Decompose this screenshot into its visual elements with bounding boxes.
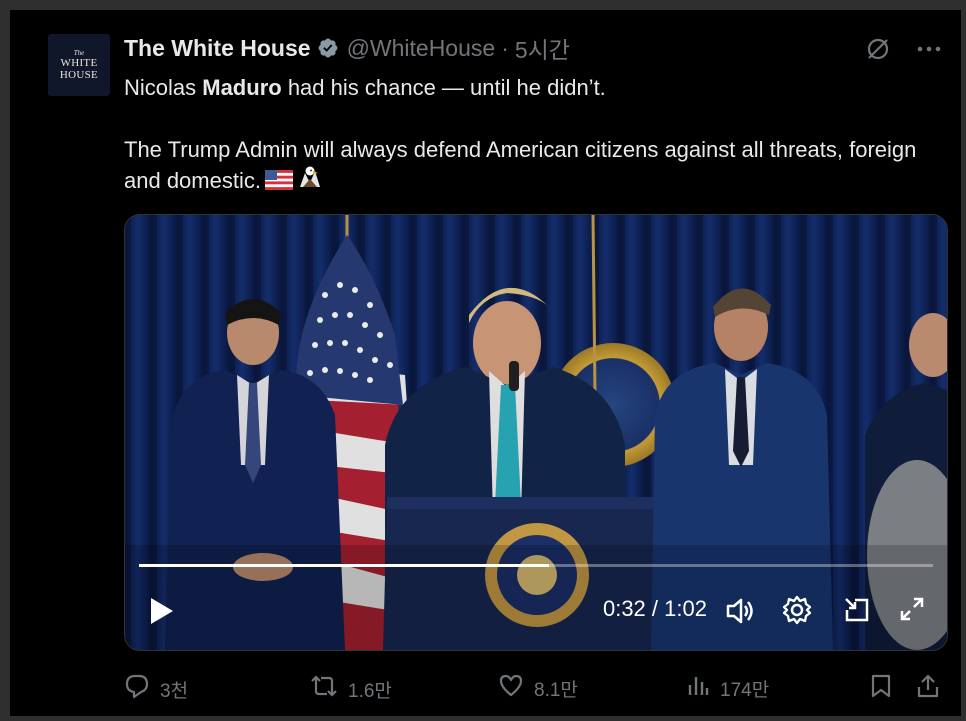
views-icon bbox=[686, 673, 710, 703]
video-progress-fill bbox=[139, 564, 549, 567]
avatar[interactable]: The WHITE HOUSE bbox=[48, 34, 110, 96]
avatar-the: The bbox=[73, 49, 85, 57]
tweet-frame: The WHITE HOUSE The White House @WhiteHo… bbox=[10, 10, 961, 716]
share-button[interactable] bbox=[916, 673, 940, 705]
volume-icon[interactable] bbox=[723, 594, 757, 633]
tweet-container: The WHITE HOUSE The White House @WhiteHo… bbox=[28, 16, 961, 716]
like-button[interactable]: 8.1만 bbox=[498, 673, 578, 703]
video-progress-bar[interactable] bbox=[139, 564, 933, 567]
reply-count: 3천 bbox=[160, 680, 189, 702]
video-duration: 1:02 bbox=[664, 596, 707, 621]
views-count: 174만 bbox=[720, 679, 770, 701]
video-current-time: 0:32 bbox=[602, 596, 646, 621]
like-count: 8.1만 bbox=[534, 679, 578, 701]
bookmark-icon bbox=[870, 673, 892, 705]
video-controls: 0:32 / 1:02 bbox=[125, 580, 947, 650]
display-name[interactable]: The White House bbox=[124, 35, 311, 62]
separator-dot: · bbox=[501, 34, 509, 61]
play-icon[interactable] bbox=[147, 594, 177, 633]
pip-icon[interactable] bbox=[841, 594, 873, 631]
tweet-line-1: Nicolas Maduro had his chance — until he… bbox=[124, 72, 944, 103]
like-icon bbox=[498, 673, 524, 703]
reply-button[interactable]: 3천 bbox=[124, 673, 188, 705]
video-player[interactable]: 0:32 / 1:02 bbox=[124, 214, 948, 651]
reply-icon bbox=[124, 673, 150, 705]
video-time: 0:32 / 1:02 bbox=[603, 596, 707, 622]
avatar-line1: WHITE bbox=[60, 57, 98, 69]
grok-icon[interactable] bbox=[865, 36, 891, 62]
tweet-line-2: The Trump Admin will always defend Ameri… bbox=[124, 134, 944, 199]
more-icon[interactable] bbox=[917, 45, 941, 53]
tweet-line-1-pre: Nicolas bbox=[124, 75, 203, 100]
repost-button[interactable]: 1.6만 bbox=[310, 673, 392, 705]
share-icon bbox=[916, 673, 940, 705]
timestamp[interactable]: 5시간 bbox=[515, 31, 570, 65]
verified-badge-icon bbox=[317, 37, 339, 59]
video-time-separator: / bbox=[651, 596, 659, 621]
bookmark-button[interactable] bbox=[870, 673, 892, 705]
repost-icon bbox=[310, 673, 338, 705]
fullscreen-icon[interactable] bbox=[897, 594, 927, 629]
handle[interactable]: @WhiteHouse bbox=[347, 35, 496, 62]
avatar-line2: HOUSE bbox=[59, 69, 99, 81]
tweet-text: Nicolas Maduro had his chance — until he… bbox=[124, 72, 944, 199]
us-flag-emoji bbox=[264, 167, 293, 198]
repost-count: 1.6만 bbox=[348, 680, 392, 702]
tweet-actions: 3천 1.6만 8.1만 174만 bbox=[124, 673, 949, 703]
tweet-line-1-bold: Maduro bbox=[202, 75, 282, 100]
eagle-emoji bbox=[297, 165, 323, 199]
header-actions bbox=[865, 36, 941, 62]
tweet-header: The White House @WhiteHouse · 5시간 bbox=[124, 31, 570, 65]
views-button[interactable]: 174만 bbox=[686, 673, 769, 703]
tweet-line-1-post: had his chance — until he didn’t. bbox=[281, 75, 606, 100]
tweet-line-2-text: The Trump Admin will always defend Ameri… bbox=[124, 137, 917, 193]
settings-icon[interactable] bbox=[781, 594, 813, 631]
